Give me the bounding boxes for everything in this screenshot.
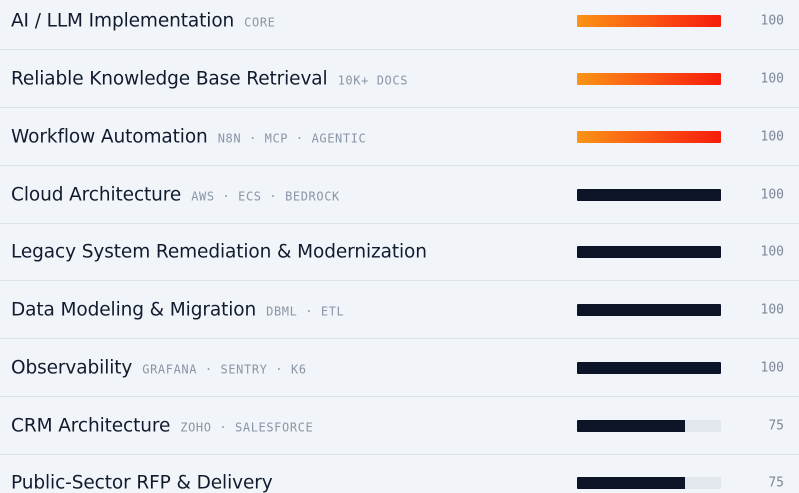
skill-name: Public-Sector RFP & Delivery <box>11 472 273 493</box>
skill-row: Data Modeling & Migration DBML · ETL 100 <box>0 281 799 339</box>
skill-bar <box>577 477 721 489</box>
skill-value: 100 <box>760 187 784 203</box>
skill-value: 100 <box>760 302 784 318</box>
skill-tags: GRAFANA · SENTRY · K6 <box>142 362 307 377</box>
skill-label: Reliable Knowledge Base Retrieval 10K+ DO… <box>11 69 408 90</box>
skill-value: 100 <box>760 129 784 145</box>
skill-row: Workflow Automation N8N · MCP · AGENTIC 1… <box>0 108 799 166</box>
skill-label: AI / LLM Implementation CORE <box>11 11 275 32</box>
skill-bar <box>577 15 721 27</box>
skill-tags: AWS · ECS · BEDROCK <box>191 189 340 204</box>
skill-name: Data Modeling & Migration <box>11 299 257 321</box>
skill-bar-fill <box>577 15 721 27</box>
skill-bar <box>577 246 721 258</box>
skill-bar-fill <box>577 246 721 258</box>
skill-tags: CORE <box>244 15 276 30</box>
skill-name: AI / LLM Implementation <box>11 10 235 32</box>
skill-value: 75 <box>768 418 784 434</box>
skill-row: Cloud Architecture AWS · ECS · BEDROCK 10… <box>0 166 799 224</box>
skill-value: 75 <box>768 475 784 491</box>
skill-bar-fill <box>577 304 721 316</box>
skill-name: Cloud Architecture <box>11 184 182 206</box>
skill-bar <box>577 362 721 374</box>
skill-bar <box>577 304 721 316</box>
skill-label: Public-Sector RFP & Delivery <box>11 473 273 493</box>
skill-row: CRM Architecture ZOHO · SALESFORCE 75 <box>0 397 799 455</box>
skill-bar-fill <box>577 73 721 85</box>
skill-value: 100 <box>760 244 784 260</box>
skill-label: Legacy System Remediation & Modernizatio… <box>11 242 427 263</box>
skill-bar-fill <box>577 420 685 432</box>
skill-bar-fill <box>577 362 721 374</box>
skill-bar-fill <box>577 131 721 143</box>
skill-name: Legacy System Remediation & Modernizatio… <box>11 241 427 263</box>
skill-name: Reliable Knowledge Base Retrieval <box>11 68 328 90</box>
skill-row: Legacy System Remediation & Modernizatio… <box>0 223 799 281</box>
skill-row: Reliable Knowledge Base Retrieval 10K+ DO… <box>0 50 799 108</box>
skill-value: 100 <box>760 71 784 87</box>
skill-row: Public-Sector RFP & Delivery 75 <box>0 454 799 493</box>
skill-label: Workflow Automation N8N · MCP · AGENTIC <box>11 127 366 148</box>
skill-tags: ZOHO · SALESFORCE <box>180 420 314 435</box>
skill-label: Cloud Architecture AWS · ECS · BEDROCK <box>11 185 340 206</box>
skill-name: CRM Architecture <box>11 415 171 437</box>
skill-bar <box>577 420 721 432</box>
skill-name: Observability <box>11 357 133 379</box>
skills-list: AI / LLM Implementation CORE 100 Reliable… <box>0 0 799 493</box>
skill-row: Observability GRAFANA · SENTRY · K6 100 <box>0 339 799 397</box>
skill-row: AI / LLM Implementation CORE 100 <box>0 0 799 50</box>
skill-bar-fill <box>577 189 721 201</box>
skill-name: Workflow Automation <box>11 126 208 148</box>
skill-value: 100 <box>760 13 784 29</box>
skill-tags: 10K+ DOCS <box>337 73 409 88</box>
skill-label: CRM Architecture ZOHO · SALESFORCE <box>11 416 313 437</box>
skill-tags: DBML · ETL <box>266 304 345 319</box>
skill-bar <box>577 189 721 201</box>
skill-label: Data Modeling & Migration DBML · ETL <box>11 300 344 321</box>
skill-bar-fill <box>577 477 685 489</box>
skill-value: 100 <box>760 360 784 376</box>
skill-label: Observability GRAFANA · SENTRY · K6 <box>11 358 307 379</box>
skill-tags: N8N · MCP · AGENTIC <box>217 131 367 146</box>
skill-bar <box>577 131 721 143</box>
skill-bar <box>577 73 721 85</box>
